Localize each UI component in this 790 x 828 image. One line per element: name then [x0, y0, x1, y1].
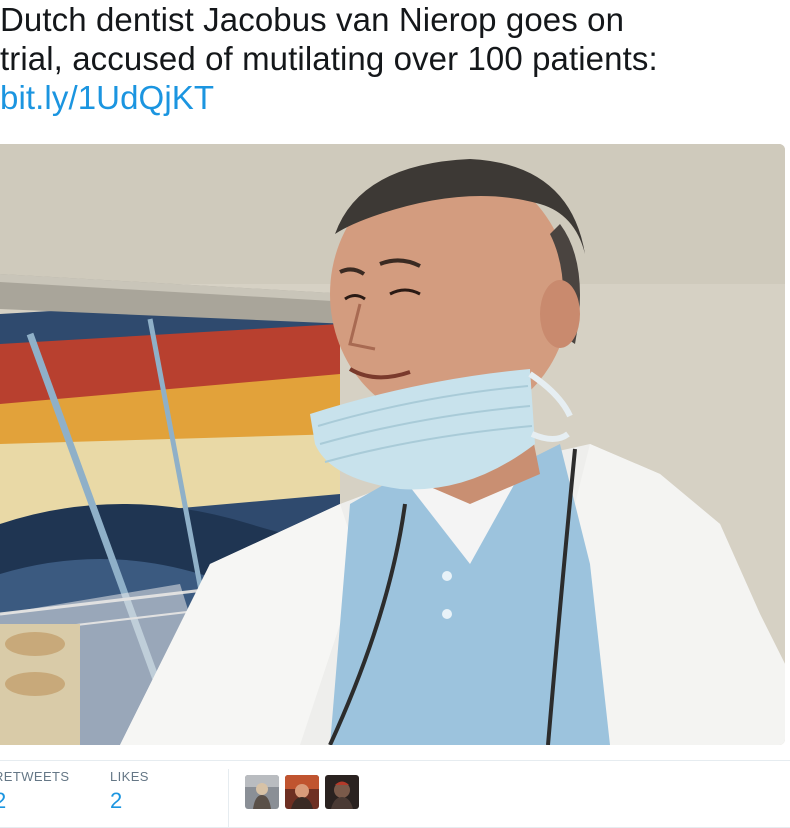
tweet-photo[interactable]: [0, 144, 785, 745]
likes-stat[interactable]: LIKES 2: [110, 769, 149, 814]
retweets-stat[interactable]: RETWEETS 2: [0, 769, 69, 814]
tweet: Dutch dentist Jacobus van Nierop goes on…: [0, 0, 790, 828]
retweets-label: RETWEETS: [0, 769, 70, 784]
liker-avatar-2[interactable]: [285, 775, 319, 809]
tweet-text-line-3: bit.ly/1UdQjKT: [0, 78, 790, 117]
avatar-photo: [325, 775, 359, 809]
tweet-link[interactable]: bit.ly/1UdQjKT: [0, 79, 214, 116]
photo-image: [0, 144, 785, 745]
tweet-stats: RETWEETS 2 LIKES 2: [0, 760, 790, 828]
avatar-photo: [245, 775, 279, 809]
tweet-text-line-1: Dutch dentist Jacobus van Nierop goes on: [0, 1, 625, 38]
likes-count: 2: [110, 788, 123, 813]
stats-divider: [228, 769, 229, 827]
tweet-text-line-2: trial, accused of mutilating over 100 pa…: [0, 40, 658, 77]
retweets-count: 2: [0, 788, 7, 813]
liker-avatar-3[interactable]: [325, 775, 359, 809]
liker-avatar-1[interactable]: [245, 775, 279, 809]
likes-label: LIKES: [110, 769, 149, 784]
tweet-text: Dutch dentist Jacobus van Nierop goes on…: [0, 0, 790, 117]
avatar-photo: [285, 775, 319, 809]
